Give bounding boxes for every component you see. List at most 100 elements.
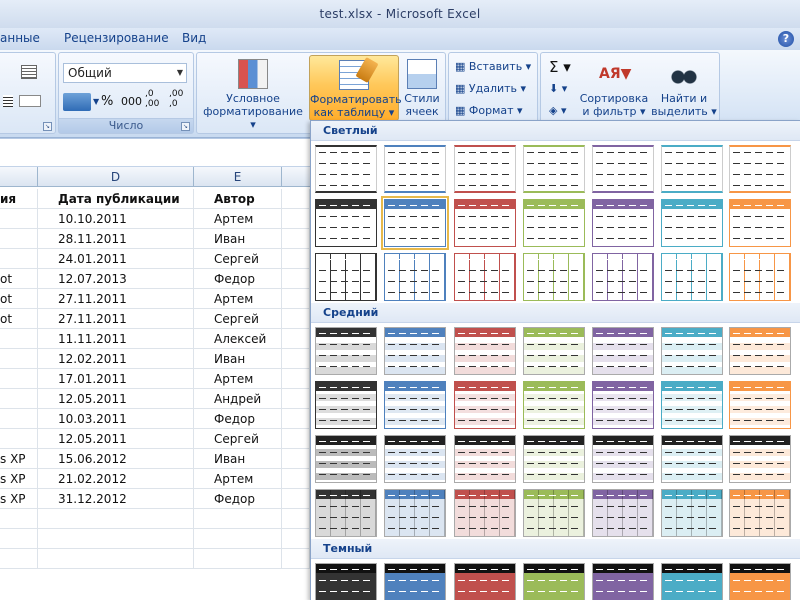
- currency-icon[interactable]: [63, 93, 91, 111]
- table-style-swatch[interactable]: [315, 253, 377, 301]
- cell-e[interactable]: Сергей: [194, 309, 282, 329]
- delete-button[interactable]: ▦ Удалить ▾: [455, 79, 526, 99]
- table-style-swatch[interactable]: [592, 145, 654, 193]
- spreadsheet[interactable]: D E ия Дата публикации Автор 10.10.2011 Арте…: [0, 138, 310, 600]
- table-style-swatch[interactable]: [315, 435, 377, 483]
- cell-e[interactable]: Иван: [194, 349, 282, 369]
- number-format-select[interactable]: Общий ▼: [63, 63, 187, 83]
- cell-c[interactable]: [0, 529, 38, 549]
- cell-e[interactable]: Федор: [194, 409, 282, 429]
- cell-d[interactable]: [38, 509, 194, 529]
- cell-e[interactable]: [194, 509, 282, 529]
- column-header-c[interactable]: [0, 167, 38, 187]
- cell-c[interactable]: [0, 209, 38, 229]
- table-style-swatch[interactable]: [661, 435, 723, 483]
- cell-f[interactable]: [282, 269, 310, 289]
- table-style-swatch[interactable]: [454, 381, 516, 429]
- clear-button[interactable]: ◈ ▾: [549, 101, 567, 121]
- cell-e[interactable]: Андрей: [194, 389, 282, 409]
- format-as-table-button[interactable]: Форматировать как таблицу ▾: [309, 55, 402, 121]
- table-style-swatch[interactable]: [315, 381, 377, 429]
- table-style-swatch[interactable]: [454, 435, 516, 483]
- cell-d[interactable]: [38, 549, 194, 569]
- cell-f[interactable]: [282, 249, 310, 269]
- table-style-swatch[interactable]: [384, 381, 446, 429]
- table-style-swatch[interactable]: [523, 327, 585, 375]
- cell-f[interactable]: [282, 309, 310, 329]
- cell-c[interactable]: [0, 249, 38, 269]
- cell-f[interactable]: [282, 329, 310, 349]
- find-select-button[interactable]: Найти и выделить ▾: [651, 55, 717, 119]
- cell-d[interactable]: 12.05.2011: [38, 429, 194, 449]
- table-style-swatch[interactable]: [661, 253, 723, 301]
- cell-e[interactable]: Сергей: [194, 249, 282, 269]
- cell-d[interactable]: 15.06.2012: [38, 449, 194, 469]
- table-style-swatch[interactable]: [523, 381, 585, 429]
- table-style-swatch[interactable]: [454, 199, 516, 247]
- table-style-swatch[interactable]: [729, 327, 791, 375]
- tab-data[interactable]: анные: [0, 31, 40, 45]
- cell-f[interactable]: [282, 369, 310, 389]
- table-style-swatch[interactable]: [454, 563, 516, 600]
- cell-c[interactable]: [0, 229, 38, 249]
- format-button[interactable]: ▦ Формат ▾: [455, 101, 523, 121]
- cell-f[interactable]: [282, 389, 310, 409]
- table-style-swatch[interactable]: [661, 145, 723, 193]
- cell-c[interactable]: ot: [0, 289, 38, 309]
- cell-d[interactable]: Дата публикации: [38, 189, 194, 209]
- table-style-swatch[interactable]: [592, 489, 654, 537]
- cell-f[interactable]: [282, 189, 310, 209]
- cell-c[interactable]: [0, 509, 38, 529]
- table-style-swatch[interactable]: [592, 327, 654, 375]
- cell-c[interactable]: [0, 329, 38, 349]
- cell-d[interactable]: 31.12.2012: [38, 489, 194, 509]
- sort-filter-button[interactable]: АЯ▼ Сортировка и фильтр ▾: [579, 55, 649, 119]
- cell-f[interactable]: [282, 549, 310, 569]
- cell-e[interactable]: Артем: [194, 289, 282, 309]
- cell-f[interactable]: [282, 289, 310, 309]
- table-style-swatch[interactable]: [592, 253, 654, 301]
- table-style-swatch[interactable]: [592, 199, 654, 247]
- cell-d[interactable]: 10.03.2011: [38, 409, 194, 429]
- cell-d[interactable]: 27.11.2011: [38, 289, 194, 309]
- cell-f[interactable]: [282, 469, 310, 489]
- table-style-swatch[interactable]: [661, 563, 723, 600]
- cell-c[interactable]: [0, 549, 38, 569]
- autosum-button[interactable]: Σ ▾: [549, 57, 571, 77]
- cell-e[interactable]: Федор: [194, 489, 282, 509]
- cell-d[interactable]: 24.01.2011: [38, 249, 194, 269]
- cell-d[interactable]: [38, 529, 194, 549]
- cell-c[interactable]: ия: [0, 189, 38, 209]
- table-style-swatch[interactable]: [384, 435, 446, 483]
- cell-c[interactable]: ot: [0, 269, 38, 289]
- table-style-swatch[interactable]: [729, 199, 791, 247]
- table-style-swatch[interactable]: [454, 253, 516, 301]
- table-style-swatch[interactable]: [384, 563, 446, 600]
- table-style-swatch[interactable]: [384, 489, 446, 537]
- table-style-swatch[interactable]: [454, 145, 516, 193]
- currency-dropdown-icon[interactable]: ▼: [93, 92, 99, 112]
- table-style-swatch[interactable]: [729, 489, 791, 537]
- column-header-d[interactable]: D: [38, 167, 194, 187]
- cell-e[interactable]: Артем: [194, 469, 282, 489]
- table-style-swatch[interactable]: [523, 253, 585, 301]
- table-style-swatch[interactable]: [381, 196, 449, 250]
- wrap-text-icon[interactable]: [21, 65, 37, 79]
- cell-c[interactable]: s XP: [0, 449, 38, 469]
- cell-c[interactable]: s XP: [0, 489, 38, 509]
- percent-button[interactable]: %: [101, 92, 113, 112]
- table-style-swatch[interactable]: [315, 199, 377, 247]
- table-style-swatch[interactable]: [523, 435, 585, 483]
- table-style-swatch[interactable]: [661, 489, 723, 537]
- cell-d[interactable]: 12.07.2013: [38, 269, 194, 289]
- cell-e[interactable]: Артем: [194, 369, 282, 389]
- table-style-swatch[interactable]: [315, 489, 377, 537]
- cell-f[interactable]: [282, 229, 310, 249]
- cell-f[interactable]: [282, 509, 310, 529]
- table-style-swatch[interactable]: [592, 563, 654, 600]
- table-style-swatch[interactable]: [729, 145, 791, 193]
- merge-cells-icon[interactable]: [19, 95, 41, 107]
- cell-c[interactable]: [0, 369, 38, 389]
- table-style-swatch[interactable]: [315, 563, 377, 600]
- insert-button[interactable]: ▦ Вставить ▾: [455, 57, 531, 77]
